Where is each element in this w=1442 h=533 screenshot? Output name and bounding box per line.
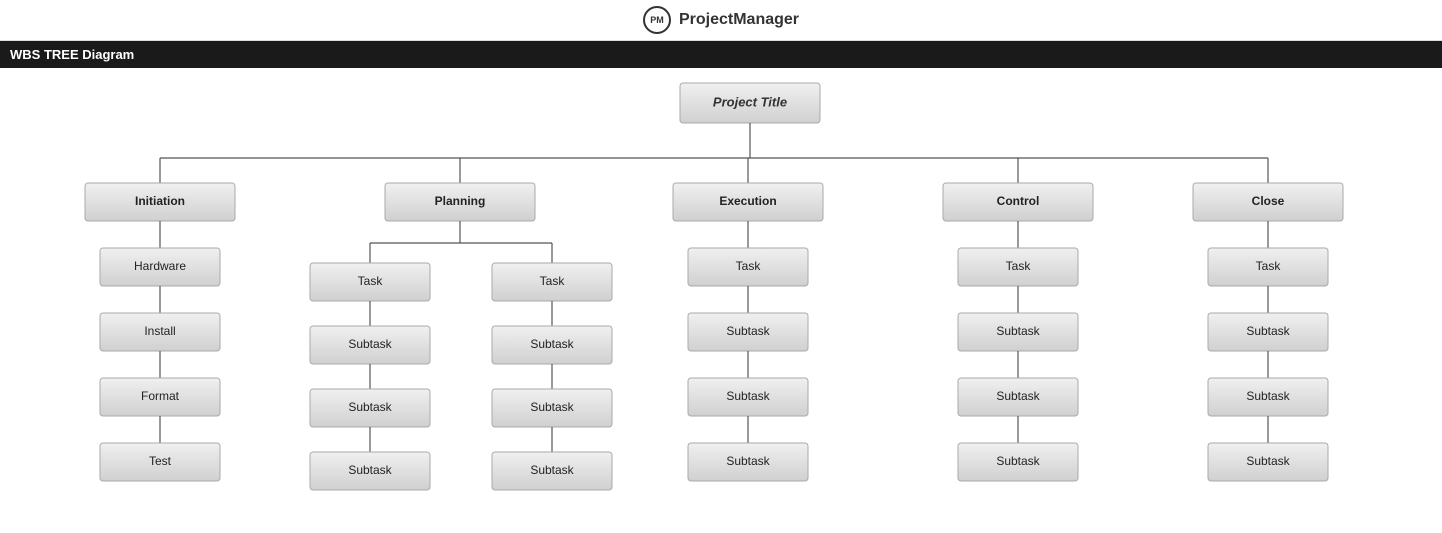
test-label: Test: [149, 454, 172, 468]
planning-subtask1a-label: Subtask: [348, 337, 392, 351]
control-task-label: Task: [1006, 259, 1032, 273]
page-header: WBS TREE Diagram: [0, 41, 1442, 68]
close-subtask1-label: Subtask: [1246, 324, 1290, 338]
execution-subtask3-label: Subtask: [726, 454, 770, 468]
logo-circle: PM: [643, 6, 671, 34]
app-title: ProjectManager: [679, 11, 799, 29]
planning-task2-label: Task: [540, 274, 566, 288]
initiation-label: Initiation: [135, 194, 185, 208]
planning-subtask2b-label: Subtask: [530, 400, 574, 414]
control-label: Control: [997, 194, 1040, 208]
hardware-label: Hardware: [134, 259, 186, 273]
planning-label: Planning: [435, 194, 486, 208]
install-label: Install: [144, 324, 175, 338]
planning-subtask2a-label: Subtask: [530, 337, 574, 351]
execution-label: Execution: [719, 194, 776, 208]
close-task-label: Task: [1256, 259, 1282, 273]
format-label: Format: [141, 389, 180, 403]
diagram-area: Project Title Initiation Planning Execut…: [0, 68, 1442, 526]
root-label: Project Title: [713, 94, 787, 109]
planning-task1-label: Task: [358, 274, 384, 288]
control-subtask2-label: Subtask: [996, 389, 1040, 403]
close-subtask3-label: Subtask: [1246, 454, 1290, 468]
execution-subtask1-label: Subtask: [726, 324, 770, 338]
planning-subtask1c-label: Subtask: [348, 463, 392, 477]
control-subtask1-label: Subtask: [996, 324, 1040, 338]
close-subtask2-label: Subtask: [1246, 389, 1290, 403]
planning-subtask1b-label: Subtask: [348, 400, 392, 414]
execution-task-label: Task: [736, 259, 762, 273]
top-bar: PM ProjectManager: [0, 0, 1442, 41]
planning-subtask2c-label: Subtask: [530, 463, 574, 477]
execution-subtask2-label: Subtask: [726, 389, 770, 403]
close-label: Close: [1252, 194, 1285, 208]
control-subtask3-label: Subtask: [996, 454, 1040, 468]
